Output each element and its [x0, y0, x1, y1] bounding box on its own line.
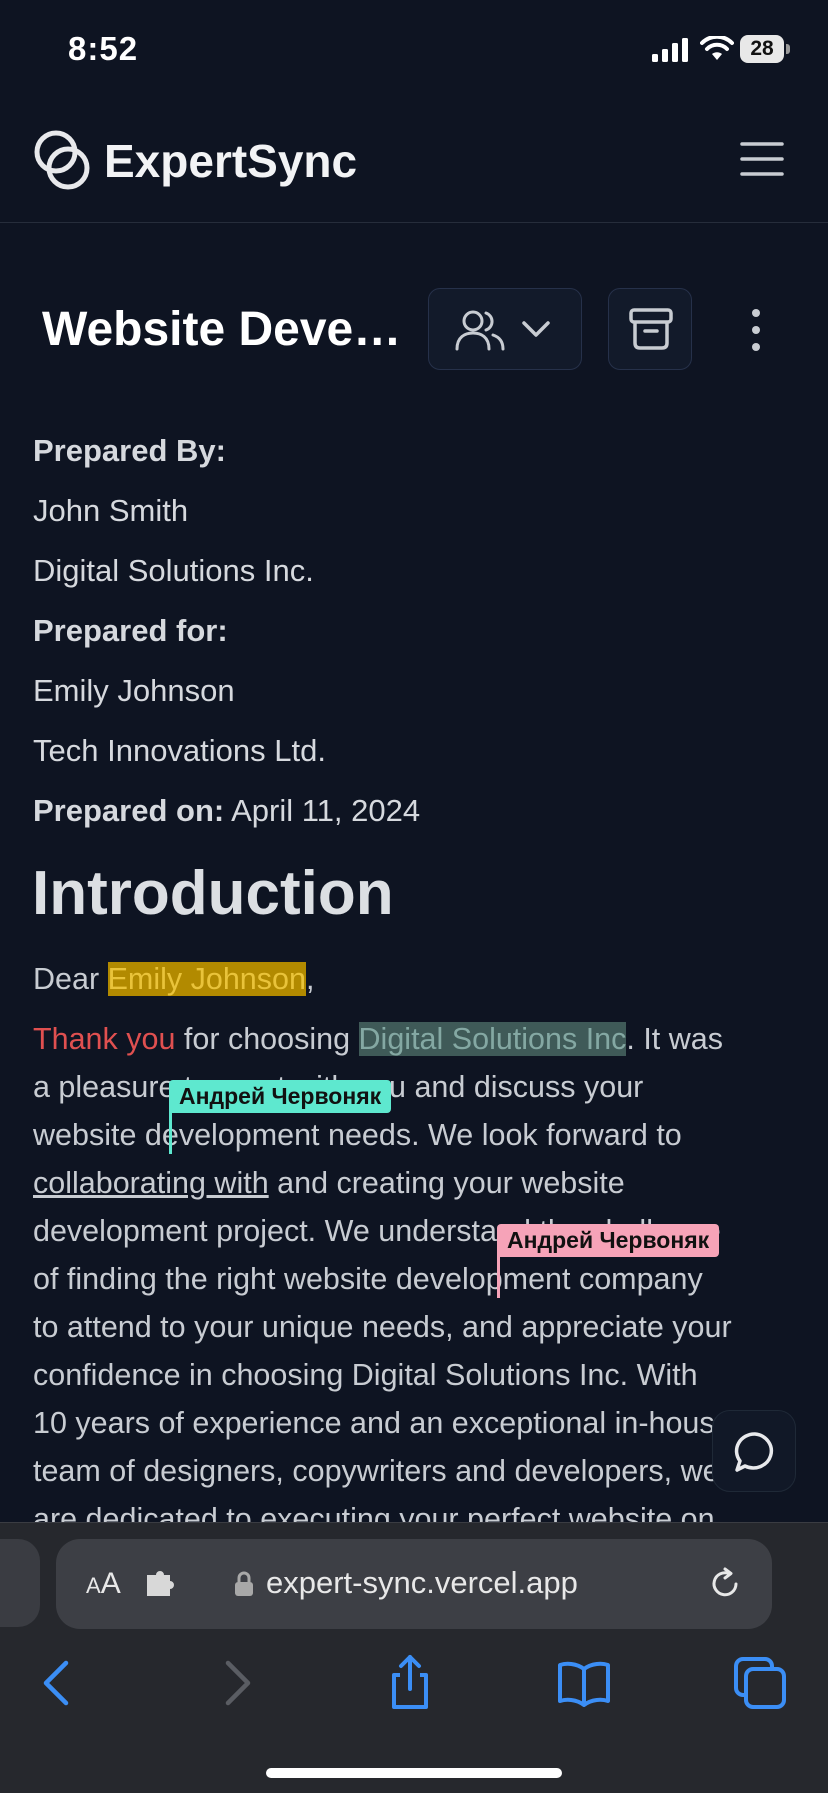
- prepared-for-company: Tech Innovations Ltd.: [33, 733, 326, 768]
- url-text[interactable]: expert-sync.vercel.app: [266, 1565, 578, 1601]
- reload-icon[interactable]: [708, 1567, 742, 1601]
- underlined-text[interactable]: collaborating with: [33, 1166, 269, 1200]
- battery-level: 28: [740, 35, 784, 63]
- extension-puzzle-icon[interactable]: [144, 1569, 176, 1599]
- brand-name: ExpertSync: [104, 135, 358, 187]
- prepared-by-label: Prepared By:: [33, 433, 226, 468]
- chevron-down-icon: [522, 321, 550, 337]
- paragraph-line[interactable]: of finding the right website development…: [33, 1262, 703, 1297]
- share-icon[interactable]: [380, 1653, 440, 1713]
- archive-icon: [629, 308, 673, 350]
- back-arrow-icon[interactable]: [28, 1653, 88, 1713]
- home-indicator[interactable]: [266, 1768, 562, 1778]
- hamburger-menu-icon[interactable]: [740, 140, 784, 178]
- forward-arrow-icon[interactable]: [206, 1653, 266, 1713]
- cellular-signal-icon: [652, 38, 688, 62]
- app-header: ExpertSync: [0, 110, 828, 223]
- status-bar: 8:52 28: [0, 0, 828, 100]
- address-bar[interactable]: AA expert-sync.vercel.app: [56, 1539, 772, 1629]
- paragraph-line[interactable]: website development needs. We look forwa…: [33, 1118, 682, 1153]
- expertsync-logo-icon: [34, 130, 90, 190]
- collaborator-cursor-label: Андрей Червоняк: [497, 1224, 720, 1257]
- tabs-icon[interactable]: [730, 1653, 790, 1713]
- previous-tab-edge[interactable]: [0, 1539, 40, 1627]
- archive-button[interactable]: [608, 288, 692, 370]
- paragraph-line[interactable]: collaborating with and creating your web…: [33, 1166, 625, 1201]
- users-icon: [455, 310, 505, 351]
- collaborator-cursor-label: Андрей Червоняк: [169, 1080, 392, 1113]
- lock-icon: [235, 1571, 253, 1596]
- paragraph-line[interactable]: Thank you for choosing Digital Solutions…: [33, 1022, 723, 1057]
- document-title: Website Development Proposal: [42, 303, 412, 356]
- section-heading-introduction: Introduction: [32, 859, 394, 928]
- text-size-button[interactable]: AA: [86, 1567, 121, 1601]
- paragraph-line[interactable]: team of designers, copywriters and devel…: [33, 1454, 720, 1489]
- chat-bubble-icon: [734, 1432, 773, 1472]
- collaborator-caret: [169, 1110, 172, 1154]
- prepared-for-name: Emily Johnson: [33, 673, 235, 708]
- prepared-on-label: Prepared on:: [33, 793, 225, 828]
- highlight-company-name[interactable]: Digital Solutions Inc: [358, 1022, 627, 1056]
- prepared-by-name: John Smith: [33, 493, 189, 528]
- prepared-for-label: Prepared for:: [33, 613, 228, 648]
- paragraph-line[interactable]: to attend to your unique needs, and appr…: [33, 1310, 732, 1345]
- collaborators-dropdown-button[interactable]: [428, 288, 582, 370]
- wifi-icon: [700, 36, 734, 60]
- browser-toolbar: AA expert-sync.vercel.app: [0, 1522, 828, 1793]
- prepared-on-date: April 11, 2024: [231, 793, 421, 828]
- collaborator-caret: [497, 1254, 500, 1298]
- chat-button[interactable]: [712, 1410, 796, 1492]
- prepared-by-company: Digital Solutions Inc.: [33, 553, 314, 588]
- bookmarks-book-icon[interactable]: [554, 1653, 614, 1713]
- highlight-recipient-name[interactable]: Emily Johnson: [107, 962, 306, 996]
- salutation[interactable]: Dear Emily Johnson,: [33, 962, 314, 997]
- battery-icon: 28: [740, 35, 790, 63]
- paragraph-line[interactable]: 10 years of experience and an exceptiona…: [33, 1406, 732, 1441]
- status-time: 8:52: [68, 30, 139, 67]
- prepared-on: Prepared on: April 11, 2024: [33, 793, 420, 829]
- red-text-thank-you[interactable]: Thank you: [33, 1022, 175, 1056]
- paragraph-line[interactable]: confidence in choosing Digital Solutions…: [33, 1358, 698, 1393]
- more-options-icon[interactable]: [736, 300, 776, 360]
